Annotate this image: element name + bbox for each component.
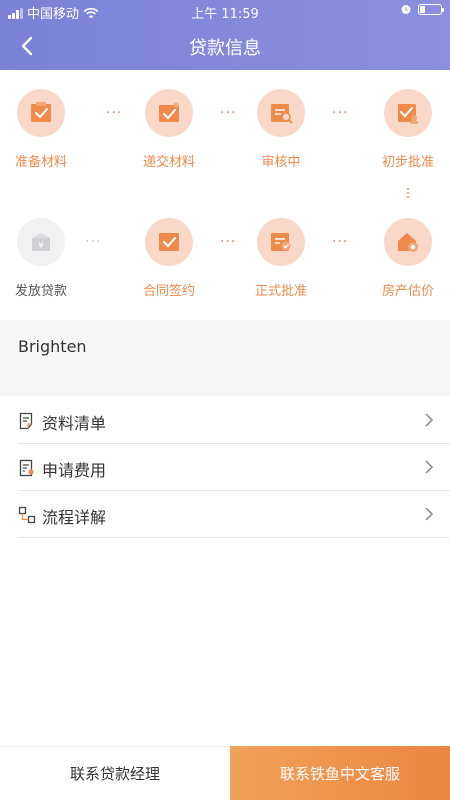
step-connector: ···: [220, 105, 237, 121]
page-title: 贷款信息: [189, 38, 261, 59]
nav-bar: 贷款信息: [0, 22, 450, 70]
step-label: 正式批准: [254, 284, 307, 299]
menu-item-document-list[interactable]: 资料清单: [18, 397, 450, 444]
chevron-right-icon: [425, 507, 434, 521]
menu-item-label: 申请费用: [42, 461, 107, 480]
alarm-icon: [401, 5, 411, 14]
svg-text:¥: ¥: [38, 241, 44, 251]
chevron-right-icon: [425, 460, 434, 474]
document-list-icon: [19, 412, 33, 430]
status-right: [400, 3, 444, 15]
step-connector: ···: [332, 234, 349, 250]
step-connector-vertical: [406, 188, 410, 200]
step-connector: ···: [85, 234, 102, 250]
step-connector: ···: [220, 234, 237, 250]
step-prepare-materials[interactable]: 准备材料: [0, 89, 86, 170]
document-submit-icon: [145, 89, 193, 137]
user-name: Brighten: [18, 337, 87, 356]
document-approve-icon: [384, 89, 432, 137]
menu-item-application-fees[interactable]: 申请费用: [18, 444, 450, 491]
step-label: 房产估价: [381, 284, 434, 299]
contact-service-button[interactable]: 联系铁鱼中文客服: [230, 746, 450, 800]
menu-item-label: 流程详解: [42, 508, 107, 527]
step-connector: ···: [106, 105, 123, 121]
step-label: 审核中: [261, 155, 301, 170]
house-valuation-icon: [384, 218, 432, 266]
step-label: 初步批准: [381, 155, 434, 170]
step-connector: ···: [332, 105, 349, 121]
step-under-review[interactable]: 审核中: [236, 89, 326, 170]
step-property-valuation[interactable]: 房产估价: [363, 218, 450, 299]
fee-document-icon: [19, 459, 34, 477]
status-bar: 中国移动 上午 11:59: [0, 0, 450, 22]
status-time: 上午 11:59: [191, 7, 259, 22]
loan-progress-steps: 准备材料 ··· 递交材料 ··· 审核中 ··· 初步批准 ¥ 发放贷款 ··…: [0, 70, 450, 320]
step-label: 准备材料: [14, 155, 67, 170]
header: 中国移动 上午 11:59 贷款信息: [0, 0, 450, 70]
menu-item-process-details[interactable]: 流程详解: [18, 491, 450, 538]
step-disburse-loan[interactable]: ¥ 发放贷款: [0, 218, 86, 299]
contact-loan-manager-button[interactable]: 联系贷款经理: [0, 746, 230, 800]
step-label: 发放贷款: [14, 284, 67, 299]
clipboard-check-icon: [17, 89, 65, 137]
step-final-approval[interactable]: 正式批准: [236, 218, 326, 299]
battery-icon: [418, 3, 444, 15]
chevron-right-icon: [425, 413, 434, 427]
document-approved-icon: [257, 218, 305, 266]
flowchart-icon: [18, 506, 36, 524]
step-submit-materials[interactable]: 递交材料: [124, 89, 214, 170]
user-band: Brighten: [0, 320, 450, 396]
step-initial-approval[interactable]: 初步批准: [363, 89, 450, 170]
step-contract-signing[interactable]: 合同签约: [124, 218, 214, 299]
loan-info-screen: 中国移动 上午 11:59 贷款信息 准备材料 ··· 递交材料 ··· 审核中…: [0, 0, 450, 800]
step-label: 递交材料: [142, 155, 195, 170]
money-bag-icon: ¥: [17, 218, 65, 266]
contract-sign-icon: [145, 218, 193, 266]
document-review-icon: [257, 89, 305, 137]
menu-list: 资料清单 申请费用 流程详解: [18, 397, 450, 538]
bottom-action-bar: 联系贷款经理 联系铁鱼中文客服: [0, 746, 450, 800]
menu-item-label: 资料清单: [42, 414, 107, 433]
step-label: 合同签约: [142, 284, 195, 299]
